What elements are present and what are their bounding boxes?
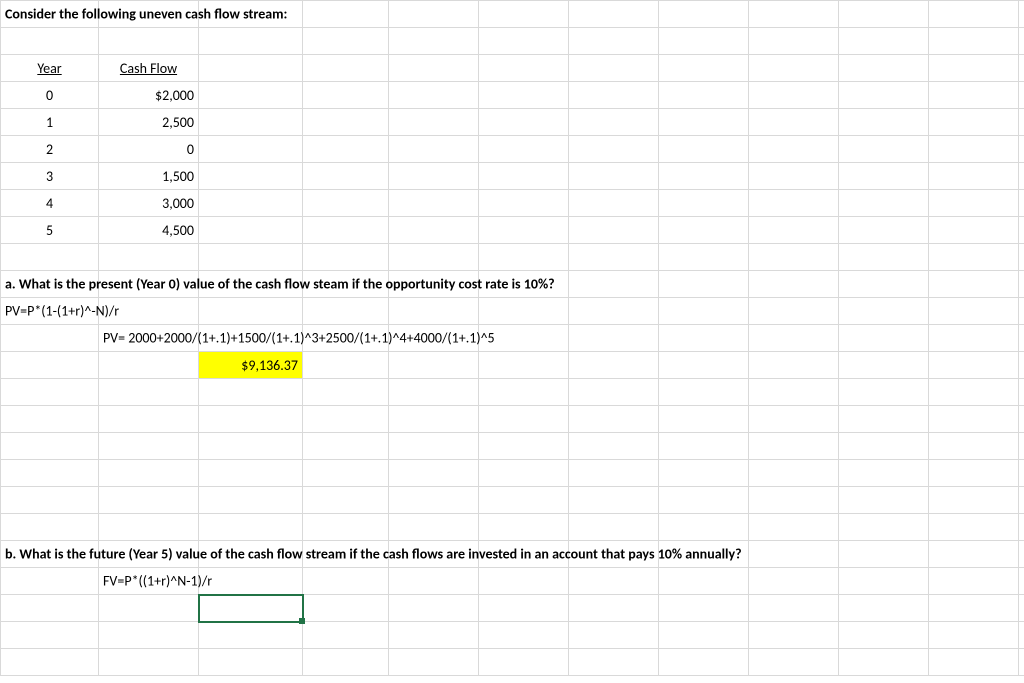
year-cell[interactable]: 2 — [1, 136, 99, 163]
pv-expanded-text: PV= 2000+2000/(1+.1)+1500/(1+.1)^3+2500/… — [103, 330, 495, 347]
table-header-row: Year Cash Flow — [1, 55, 1024, 82]
pv-result-row: $9,136.37 — [1, 352, 1024, 379]
cashflow-cell[interactable]: $2,000 — [99, 82, 199, 109]
table-row: 0$2,000 — [1, 82, 1024, 109]
active-row — [1, 595, 1024, 622]
pv-formula-text: PV=P*(1-(1+r)^-N)/r — [5, 303, 119, 320]
cashflow-cell[interactable]: 3,000 — [99, 190, 199, 217]
cashflow-cell[interactable]: 1,500 — [99, 163, 199, 190]
table-row: 12,500 — [1, 109, 1024, 136]
fv-formula-text: FV=P*((1+r)^N-1)/r — [103, 573, 212, 590]
question-b-text: b. What is the future (Year 5) value of … — [5, 546, 742, 563]
pv-expanded-cell[interactable]: PV= 2000+2000/(1+.1)+1500/(1+.1)^3+2500/… — [99, 325, 199, 352]
fv-formula-cell[interactable]: FV=P*((1+r)^N-1)/r — [99, 568, 199, 595]
table-row: 31,500 — [1, 163, 1024, 190]
question-b-row: b. What is the future (Year 5) value of … — [1, 541, 1024, 568]
pv-expanded-row: PV= 2000+2000/(1+.1)+1500/(1+.1)^3+2500/… — [1, 325, 1024, 352]
cashflow-cell[interactable]: 0 — [99, 136, 199, 163]
year-cell[interactable]: 1 — [1, 109, 99, 136]
question-b-cell[interactable]: b. What is the future (Year 5) value of … — [1, 541, 99, 568]
year-cell[interactable]: 4 — [1, 190, 99, 217]
header-cashflow[interactable]: Cash Flow — [99, 55, 199, 82]
question-a-cell[interactable]: a. What is the present (Year 0) value of… — [1, 271, 99, 298]
spreadsheet-grid[interactable]: Consider the following uneven cash flow … — [0, 0, 1024, 676]
table-row: 43,000 — [1, 190, 1024, 217]
title-cell[interactable]: Consider the following uneven cash flow … — [1, 1, 99, 28]
question-a-text: a. What is the present (Year 0) value of… — [5, 276, 555, 293]
year-cell[interactable]: 5 — [1, 217, 99, 244]
title-row: Consider the following uneven cash flow … — [1, 1, 1024, 28]
table-row: 54,500 — [1, 217, 1024, 244]
year-cell[interactable]: 0 — [1, 82, 99, 109]
pv-formula-row: PV=P*(1-(1+r)^-N)/r — [1, 298, 1024, 325]
pv-result-cell[interactable]: $9,136.37 — [199, 352, 303, 379]
table-row: 20 — [1, 136, 1024, 163]
title-text: Consider the following uneven cash flow … — [5, 6, 287, 23]
header-year[interactable]: Year — [1, 55, 99, 82]
pv-formula-cell[interactable]: PV=P*(1-(1+r)^-N)/r — [1, 298, 99, 325]
fv-formula-row: FV=P*((1+r)^N-1)/r — [1, 568, 1024, 595]
cashflow-cell[interactable]: 4,500 — [99, 217, 199, 244]
active-cell[interactable] — [199, 595, 303, 622]
year-cell[interactable]: 3 — [1, 163, 99, 190]
question-a-row: a. What is the present (Year 0) value of… — [1, 271, 1024, 298]
cashflow-cell[interactable]: 2,500 — [99, 109, 199, 136]
